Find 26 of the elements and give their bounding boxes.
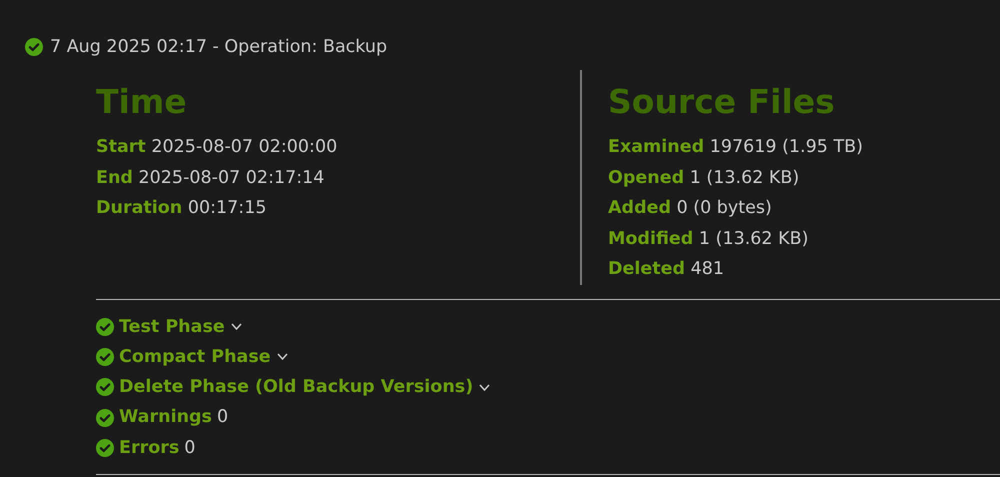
stat-value: 2025-08-07 02:17:14 xyxy=(138,168,324,188)
stat-value: 00:17:15 xyxy=(188,198,266,218)
section-heading: Time xyxy=(96,81,188,122)
stat-value: 0 (0 bytes) xyxy=(676,198,772,218)
stat-label: Deleted xyxy=(608,259,686,279)
phase-toggle[interactable]: Delete Phase (Old Backup Versions) xyxy=(119,372,490,402)
count-value: 0 xyxy=(184,436,196,460)
stat-label: Modified xyxy=(608,228,694,248)
stat-label: End xyxy=(96,168,133,188)
section-heading: Source Files xyxy=(608,81,836,122)
stat-value: 1 (13.62 KB) xyxy=(698,228,808,248)
stat-value: 1 (13.62 KB) xyxy=(690,168,800,188)
count-label: Errors xyxy=(119,436,180,460)
stat-label: Added xyxy=(608,198,671,218)
stat-label: Examined xyxy=(608,137,704,157)
stat-value: 197619 (1.95 TB) xyxy=(710,137,863,157)
stat-value: 481 xyxy=(690,259,724,279)
stat-label: Duration xyxy=(96,198,182,218)
phase-toggle[interactable]: Test Phase xyxy=(119,312,242,342)
stat-label: Opened xyxy=(608,168,684,188)
phase-toggle[interactable]: Compact Phase xyxy=(119,342,288,372)
count-value: 0 xyxy=(216,406,228,430)
operation-title: 7 Aug 2025 02:17 - Operation: Backup xyxy=(50,37,388,57)
stat-value: 2025-08-07 02:00:00 xyxy=(151,137,338,157)
count-label: Warnings xyxy=(119,406,212,430)
stat-label: Start xyxy=(96,137,146,157)
